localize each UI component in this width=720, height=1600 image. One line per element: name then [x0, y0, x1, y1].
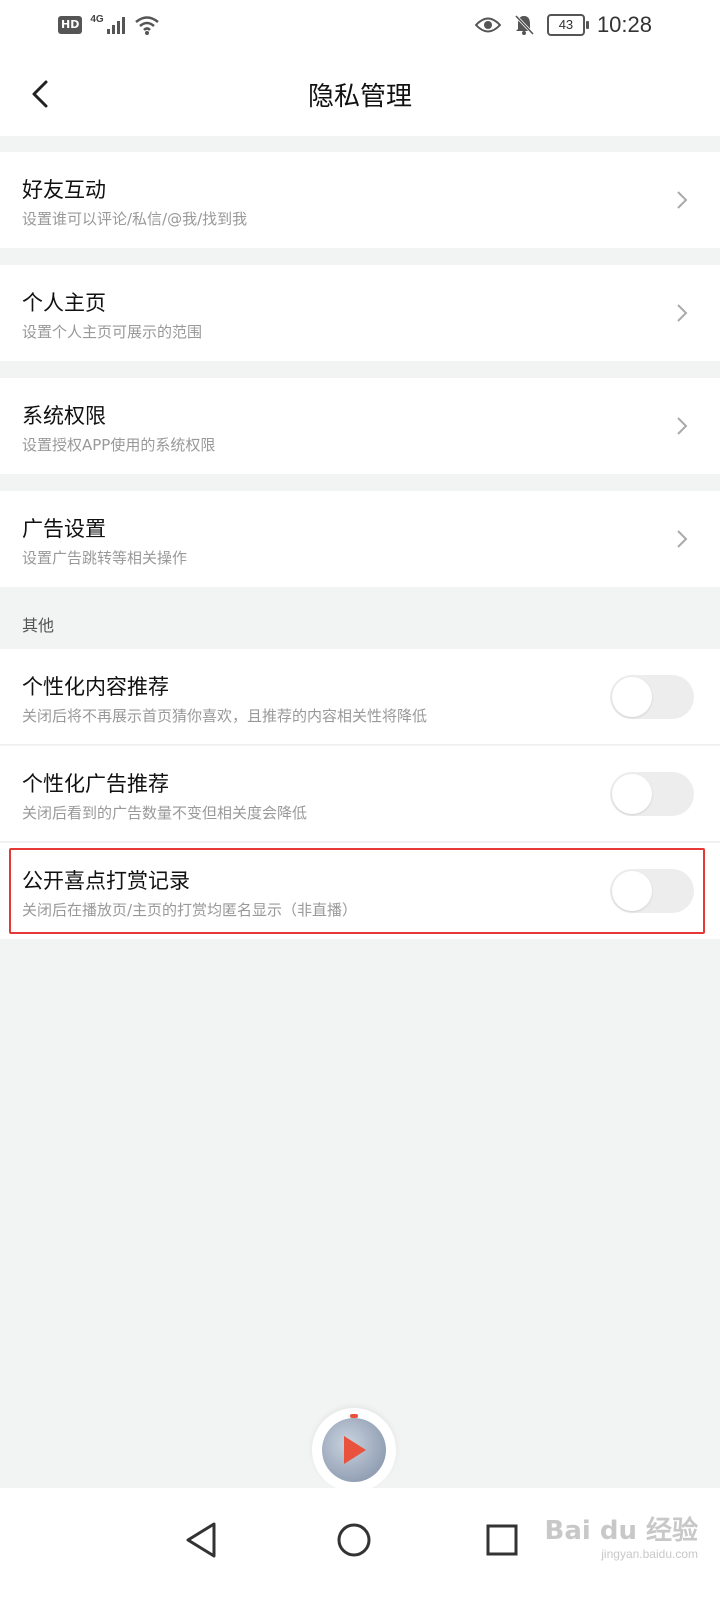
back-triangle-icon[interactable] [172, 1510, 232, 1570]
status-left: HD 4G [58, 14, 160, 36]
battery-icon: 43 [546, 14, 589, 36]
switch-knob [612, 871, 652, 911]
mini-player[interactable] [312, 1408, 396, 1492]
menu-item-subtitle: 设置谁可以评论/私信/@我/找到我 [22, 210, 248, 228]
menu-item-personal-homepage[interactable]: 个人主页 设置个人主页可展示的范围 [0, 265, 720, 361]
toggle-title: 个性化广告推荐 [22, 772, 169, 796]
header: 隐私管理 [0, 54, 720, 136]
watermark-url: jingyan.baidu.com [601, 1547, 698, 1561]
menu-item-subtitle: 设置广告跳转等相关操作 [22, 549, 188, 567]
menu-item-title: 广告设置 [22, 517, 106, 541]
system-nav-bar: Bai du 经验 jingyan.baidu.com [0, 1488, 720, 1600]
chevron-right-icon [677, 530, 688, 548]
toggle-subtitle: 关闭后将不再展示首页猜你喜欢，且推荐的内容相关性将降低 [22, 707, 428, 725]
menu-item-subtitle: 设置授权APP使用的系统权限 [22, 436, 216, 454]
toggle-title: 公开喜点打赏记录 [22, 869, 190, 893]
toggle-title: 个性化内容推荐 [22, 675, 169, 699]
menu-item-title: 好友互动 [22, 178, 106, 202]
chevron-right-icon [677, 417, 688, 435]
content-recommendation-switch[interactable] [610, 675, 694, 719]
menu-item-title: 个人主页 [22, 291, 106, 315]
switch-knob [612, 677, 652, 717]
toggle-row-content-recommendation: 个性化内容推荐 关闭后将不再展示首页猜你喜欢，且推荐的内容相关性将降低 [0, 649, 720, 745]
toggle-subtitle: 关闭后看到的广告数量不变但相关度会降低 [22, 804, 308, 822]
watermark: Bai du 经验 jingyan.baidu.com [545, 1516, 699, 1562]
chevron-right-icon [677, 191, 688, 209]
menu-item-ad-settings[interactable]: 广告设置 设置广告跳转等相关操作 [0, 491, 720, 587]
recents-square-icon[interactable] [472, 1510, 532, 1570]
toggle-row-public-tip-records: 公开喜点打赏记录 关闭后在播放页/主页的打赏均匿名显示（非直播） [0, 843, 720, 939]
menu-item-subtitle: 设置个人主页可展示的范围 [22, 323, 203, 341]
page-title: 隐私管理 [307, 82, 412, 112]
eye-icon [474, 17, 501, 33]
status-time: 10:28 [596, 12, 652, 37]
toggle-row-ad-recommendation: 个性化广告推荐 关闭后看到的广告数量不变但相关度会降低 [0, 746, 720, 842]
hd-badge: HD [58, 16, 83, 34]
watermark-logo: Bai du 经验 [544, 1516, 699, 1546]
home-circle-icon[interactable] [324, 1510, 384, 1570]
divider [0, 841, 720, 842]
battery-level: 43 [558, 17, 574, 32]
network-type: 4G [90, 14, 104, 25]
switch-knob [612, 774, 652, 814]
menu-item-friend-interaction[interactable]: 好友互动 设置谁可以评论/私信/@我/找到我 [0, 152, 720, 248]
section-label-other: 其他 [22, 616, 55, 635]
ad-recommendation-switch[interactable] [610, 772, 694, 816]
divider [0, 744, 720, 745]
status-bar: HD 4G 43 10:28 [0, 0, 720, 54]
status-right: 43 10:28 [474, 12, 652, 38]
wifi-icon [134, 16, 159, 35]
toggle-subtitle: 关闭后在播放页/主页的打赏均匿名显示（非直播） [22, 901, 358, 919]
menu-item-title: 系统权限 [22, 404, 106, 428]
public-tip-records-switch[interactable] [610, 869, 694, 913]
bell-muted-icon [514, 14, 535, 36]
menu-item-system-permissions[interactable]: 系统权限 设置授权APP使用的系统权限 [0, 378, 720, 474]
signal-icon [106, 17, 125, 34]
chevron-right-icon [677, 304, 688, 322]
play-icon [344, 1436, 366, 1464]
